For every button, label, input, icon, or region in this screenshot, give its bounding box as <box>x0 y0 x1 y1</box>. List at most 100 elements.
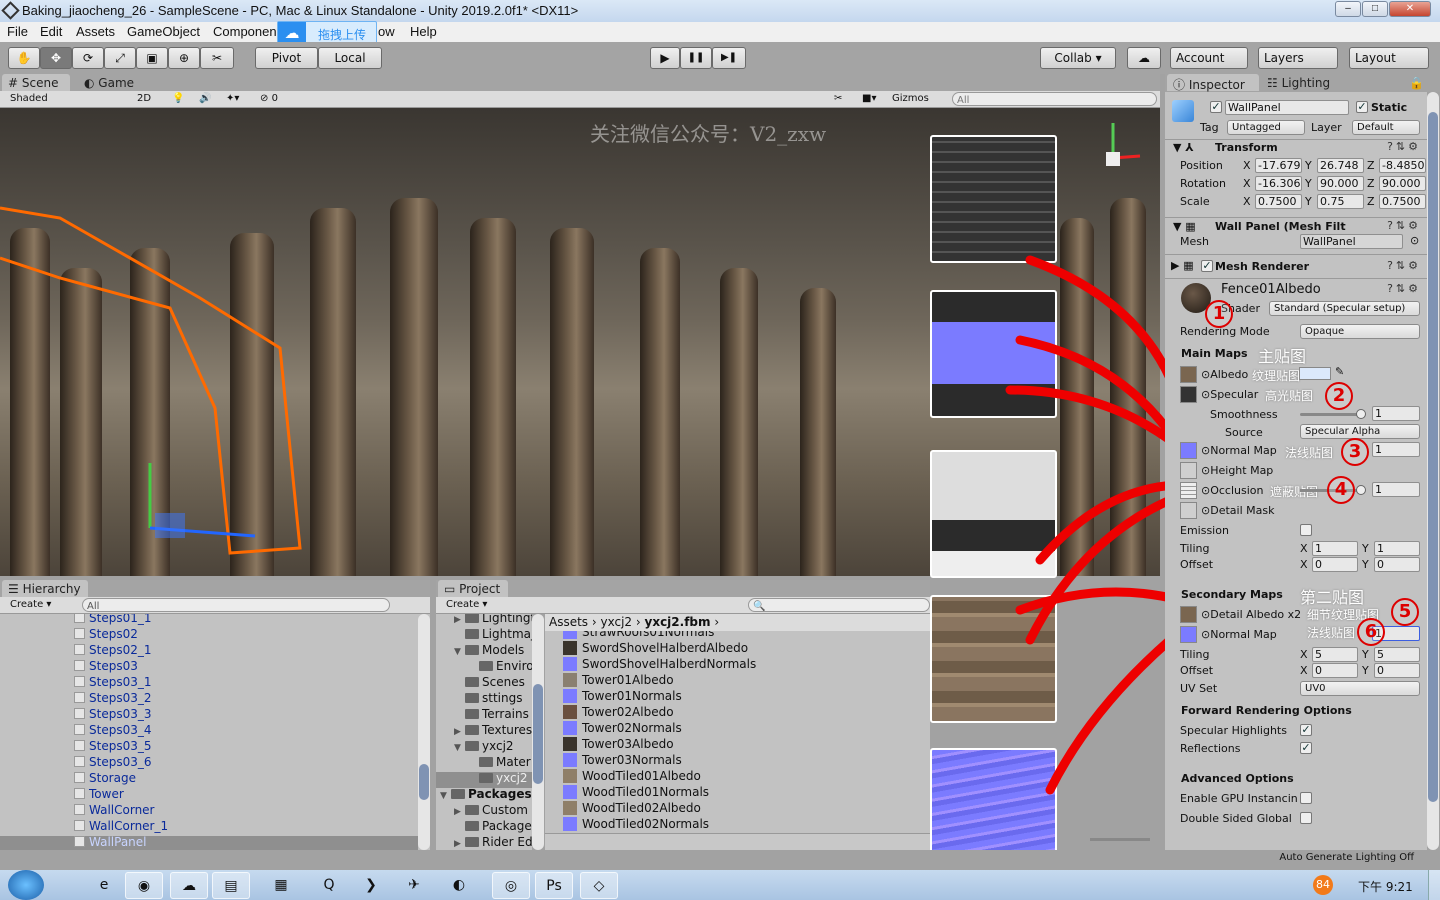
menu-assets[interactable]: Assets <box>76 24 115 39</box>
project-tree-scrollbar-thumb[interactable] <box>533 684 543 784</box>
project-folder-custom[interactable]: ▶ Custom <box>454 803 528 817</box>
transform-foldout[interactable]: ▼ ⅄ <box>1173 141 1194 154</box>
smoothness-slider[interactable] <box>1300 409 1366 419</box>
tiling2-x-field[interactable]: 5 <box>1312 647 1358 662</box>
active-checkbox[interactable]: ✓ <box>1210 101 1222 113</box>
component-menu-icons[interactable]: ?⇅⚙ <box>1387 259 1421 272</box>
hierarchy-item[interactable]: Steps03_4 <box>74 723 151 737</box>
shading-mode-dropdown[interactable]: Shaded <box>6 91 126 106</box>
project-folder-sttings[interactable]: sttings <box>454 691 522 705</box>
project-folder-yxcj2[interactable]: yxcj2 <box>468 771 528 785</box>
browser-taskbar-icon[interactable]: ◐ <box>440 872 478 899</box>
project-tree-scrollbar[interactable] <box>532 614 544 850</box>
camera-icon[interactable]: ■▾ <box>858 91 880 106</box>
albedo-color-swatch[interactable] <box>1299 367 1331 380</box>
account-dropdown[interactable]: Account <box>1170 47 1248 69</box>
position-x-field[interactable]: -17.679 <box>1255 158 1302 173</box>
project-folder-lightingt[interactable]: ▶ Lightingt <box>454 614 532 625</box>
material-menu-icons[interactable]: ?⇅⚙ <box>1387 282 1421 295</box>
gpu-instancing-checkbox[interactable] <box>1300 792 1312 804</box>
layout-dropdown[interactable]: Layout <box>1349 47 1429 69</box>
position-z-field[interactable]: -8.4850 <box>1379 158 1426 173</box>
gizmos-dropdown[interactable]: Gizmos <box>888 91 933 106</box>
inspector-scrollbar[interactable] <box>1427 92 1439 850</box>
shader-dropdown[interactable]: Standard (Specular setup) <box>1269 301 1420 316</box>
winrar-taskbar-icon[interactable]: ▦ <box>262 872 300 899</box>
normal-scale-field[interactable]: 1 <box>1372 442 1420 457</box>
height-map-texture-slot[interactable] <box>1180 462 1197 479</box>
project-folder-models[interactable]: ▼ Models <box>454 643 524 657</box>
icon-size-slider[interactable] <box>1090 838 1150 841</box>
explorer-taskbar-icon[interactable]: ▤ <box>212 872 250 899</box>
occlusion-slider-knob[interactable] <box>1356 485 1366 495</box>
hierarchy-item[interactable]: Tower <box>74 787 124 801</box>
close-button[interactable]: ✕ <box>1389 1 1431 17</box>
project-folder-enviro[interactable]: Enviro <box>468 659 532 673</box>
asset-item[interactable]: WoodTiled01Albedo <box>563 769 701 783</box>
component-menu-icons[interactable]: ?⇅⚙ <box>1387 219 1421 232</box>
collab-button[interactable]: Collab ▾ <box>1040 47 1116 69</box>
hierarchy-item[interactable]: WallCorner_1 <box>74 819 168 833</box>
rotate-tool-button[interactable]: ⟳ <box>72 47 104 69</box>
project-folder-rider-ed[interactable]: ▶ Rider Ed <box>454 835 532 849</box>
hierarchy-scrollbar[interactable] <box>418 614 430 850</box>
project-folder-mater[interactable]: Mater <box>468 755 531 769</box>
tray-badge[interactable]: 84 <box>1313 875 1333 895</box>
hierarchy-item[interactable]: WallPanel <box>74 835 147 849</box>
chrome-taskbar-icon[interactable]: ◉ <box>125 872 163 899</box>
project-search-input[interactable]: 🔍 <box>748 598 930 612</box>
scene-search-input[interactable]: All <box>952 92 1157 106</box>
menu-component[interactable]: Componen <box>213 24 277 39</box>
2d-toggle[interactable]: 2D <box>133 91 155 106</box>
tag-dropdown[interactable]: Untagged <box>1227 120 1305 135</box>
uv-set-dropdown[interactable]: UV0 <box>1300 681 1420 696</box>
project-folder-lightmaj[interactable]: Lightmaj <box>454 627 532 641</box>
photoshop-taskbar-icon[interactable]: Ps <box>535 872 573 899</box>
rotation-x-field[interactable]: -16.306 <box>1255 176 1302 191</box>
hierarchy-search-input[interactable]: All <box>82 598 390 612</box>
foldout-arrow[interactable]: ▶ <box>454 839 465 849</box>
offset2-x-field[interactable]: 0 <box>1312 663 1358 678</box>
offset2-y-field[interactable]: 0 <box>1374 663 1420 678</box>
project-create-button[interactable]: Create ▾ <box>442 597 491 612</box>
pivot-button[interactable]: Pivot <box>255 47 318 69</box>
tab-game[interactable]: ◐ Game <box>78 74 140 91</box>
app-circle-taskbar-icon[interactable]: ◎ <box>492 872 530 899</box>
tools-icon[interactable]: ✂ <box>830 91 846 106</box>
asset-item[interactable]: Tower01Normals <box>563 689 682 703</box>
transform-tool-button[interactable]: ⊕ <box>168 47 200 69</box>
scale-y-field[interactable]: 0.75 <box>1317 194 1364 209</box>
normal-map-texture-slot[interactable] <box>1180 442 1197 459</box>
menu-help[interactable]: Help <box>410 24 437 39</box>
offset-x-field[interactable]: 0 <box>1312 557 1358 572</box>
static-checkbox[interactable]: ✓ <box>1356 101 1368 113</box>
offset-y-field[interactable]: 0 <box>1374 557 1420 572</box>
rect-tool-button[interactable]: ▣ <box>136 47 168 69</box>
smoothness-field[interactable]: 1 <box>1372 406 1420 421</box>
asset-item[interactable]: WoodTiled01Normals <box>563 785 709 799</box>
lighting-toggle-icon[interactable]: 💡 <box>168 91 188 106</box>
step-button[interactable]: ▶❚ <box>712 47 746 69</box>
object-name-field[interactable]: WallPanel <box>1225 100 1349 115</box>
asset-item[interactable]: StrawRoofs01Normals <box>563 631 714 639</box>
mesh-renderer-enabled-checkbox[interactable]: ✓ <box>1201 260 1213 272</box>
component-menu-icons[interactable]: ?⇅⚙ <box>1387 140 1421 153</box>
breadcrumb-yxcj2[interactable]: yxcj2 <box>601 615 633 629</box>
tiling-x-field[interactable]: 1 <box>1312 541 1358 556</box>
feishu-taskbar-icon[interactable]: ✈ <box>395 872 433 899</box>
asset-item[interactable]: Tower02Normals <box>563 721 682 735</box>
breadcrumb-assets[interactable]: Assets <box>549 615 588 629</box>
position-y-field[interactable]: 26.748 <box>1317 158 1364 173</box>
project-folder-yxcj2[interactable]: ▼ yxcj2 <box>454 739 514 753</box>
scale-z-field[interactable]: 0.7500 <box>1379 194 1426 209</box>
mesh-renderer-foldout[interactable]: ▶ ▦ <box>1171 259 1194 272</box>
specular-texture-slot[interactable] <box>1180 386 1197 403</box>
start-button[interactable] <box>8 870 44 900</box>
layer-dropdown[interactable]: Default <box>1352 120 1420 135</box>
iqiyi-taskbar-icon[interactable]: Q <box>310 872 348 899</box>
project-folder-package[interactable]: Package <box>454 819 532 833</box>
project-folder-textures[interactable]: ▶ Textures <box>454 723 532 737</box>
ie-taskbar-icon[interactable]: e <box>85 872 123 899</box>
hierarchy-item[interactable]: Storage <box>74 771 136 785</box>
asset-item[interactable]: Tower01Albedo <box>563 673 674 687</box>
